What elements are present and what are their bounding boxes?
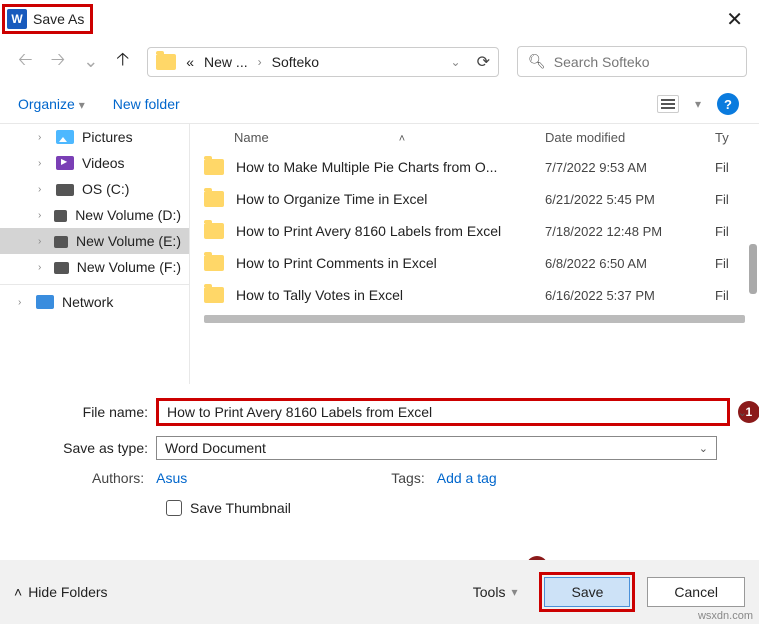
folder-icon <box>204 159 224 175</box>
table-row[interactable]: How to Make Multiple Pie Charts from O..… <box>190 151 759 183</box>
nav-row: 🡠 🡢 ⌄ 🡡 « New ... › Softeko ⌄ ⟳ 🔍︎ Searc… <box>0 38 759 85</box>
search-icon: 🔍︎ <box>528 53 546 70</box>
drive-icon <box>54 236 68 248</box>
sidebar-item-vol-e[interactable]: ›New Volume (E:) <box>0 228 189 254</box>
save-highlight: Save <box>539 572 635 612</box>
breadcrumb-prefix: « <box>186 54 194 70</box>
breadcrumb[interactable]: « New ... › Softeko ⌄ ⟳ <box>147 47 499 77</box>
folder-icon <box>204 255 224 271</box>
dialog-title: Save As <box>33 11 84 27</box>
videos-icon <box>56 156 74 170</box>
help-icon[interactable]: ? <box>717 93 739 115</box>
folder-icon <box>156 54 176 70</box>
view-options-button[interactable] <box>657 95 679 113</box>
filename-label: File name: <box>12 404 156 420</box>
tools-dropdown[interactable]: Tools ▾ <box>473 584 518 600</box>
toolbar: Organize ▾ New folder ▾ ? <box>0 85 759 124</box>
save-form: File name: How to Print Avery 8160 Label… <box>0 384 759 526</box>
folder-icon <box>204 191 224 207</box>
sidebar-item-os-c[interactable]: ›OS (C:) <box>0 176 189 202</box>
watermark: wsxdn.com <box>698 610 753 622</box>
savetype-select[interactable]: Word Document ⌄ <box>156 436 717 460</box>
authors-label: Authors: <box>92 470 144 486</box>
table-row[interactable]: How to Organize Time in Excel6/21/2022 5… <box>190 183 759 215</box>
back-icon[interactable]: 🡠 <box>18 47 33 77</box>
organize-button[interactable]: Organize ▾ <box>18 96 85 112</box>
file-list: Name˄ Date modified Ty How to Make Multi… <box>190 124 759 384</box>
tags-label: Tags: <box>391 470 424 486</box>
chevron-right-icon: › <box>258 55 262 69</box>
close-icon[interactable]: ✕ <box>718 5 751 34</box>
forward-icon[interactable]: 🡢 <box>51 47 66 77</box>
sidebar-item-vol-d[interactable]: ›New Volume (D:) <box>0 202 189 228</box>
vertical-scrollbar[interactable] <box>749 244 757 294</box>
save-button[interactable]: Save <box>544 577 630 607</box>
refresh-icon[interactable]: ⟳ <box>477 52 490 72</box>
save-thumbnail-checkbox[interactable] <box>166 500 182 516</box>
chevron-down-icon: ▾ <box>511 585 517 599</box>
pictures-icon <box>56 130 74 144</box>
table-row[interactable]: How to Print Comments in Excel6/8/2022 6… <box>190 247 759 279</box>
cancel-button[interactable]: Cancel <box>647 577 745 607</box>
breadcrumb-part2[interactable]: Softeko <box>272 54 319 70</box>
hide-folders-button[interactable]: ˄ Hide Folders <box>14 584 108 600</box>
search-placeholder: Search Softeko <box>554 54 650 70</box>
chevron-down-icon: ⌄ <box>699 442 708 455</box>
title-highlight: W Save As <box>2 4 93 34</box>
table-row[interactable]: How to Tally Votes in Excel6/16/2022 5:3… <box>190 279 759 311</box>
col-date[interactable]: Date modified <box>545 130 715 145</box>
network-icon <box>36 295 54 309</box>
view-chevron-icon[interactable]: ▾ <box>695 97 701 111</box>
sidebar-item-network[interactable]: ›Network <box>0 289 189 315</box>
savetype-label: Save as type: <box>12 440 156 456</box>
tags-value[interactable]: Add a tag <box>437 470 497 486</box>
drive-icon <box>54 262 69 274</box>
title-bar: W Save As ✕ <box>0 0 759 38</box>
drive-icon <box>54 210 68 222</box>
col-type[interactable]: Ty <box>715 130 745 145</box>
authors-value[interactable]: Asus <box>156 470 187 486</box>
col-name[interactable]: Name˄ <box>204 130 545 145</box>
table-row[interactable]: How to Print Avery 8160 Labels from Exce… <box>190 215 759 247</box>
folder-icon <box>204 223 224 239</box>
chevron-up-icon: ˄ <box>14 584 22 600</box>
recent-chevron-icon[interactable]: ⌄ <box>83 51 98 72</box>
word-app-icon: W <box>7 9 27 29</box>
sidebar: ›Pictures ›Videos ›OS (C:) ›New Volume (… <box>0 124 190 384</box>
drive-icon <box>56 184 74 196</box>
sidebar-item-videos[interactable]: ›Videos <box>0 150 189 176</box>
main-area: ›Pictures ›Videos ›OS (C:) ›New Volume (… <box>0 124 759 384</box>
new-folder-button[interactable]: New folder <box>113 96 180 112</box>
save-thumbnail-label[interactable]: Save Thumbnail <box>190 500 291 516</box>
breadcrumb-part1[interactable]: New ... <box>204 54 248 70</box>
footer: ˄ Hide Folders Tools ▾ Save Cancel <box>0 560 759 624</box>
folder-icon <box>204 287 224 303</box>
sort-asc-icon: ˄ <box>399 133 405 145</box>
search-input[interactable]: 🔍︎ Search Softeko <box>517 46 747 77</box>
chevron-down-icon[interactable]: ⌄ <box>451 55 461 69</box>
horizontal-scrollbar[interactable] <box>204 315 745 323</box>
up-icon[interactable]: 🡡 <box>116 47 129 77</box>
sidebar-item-pictures[interactable]: ›Pictures <box>0 124 189 150</box>
sidebar-item-vol-f[interactable]: ›New Volume (F:) <box>0 254 189 280</box>
column-headers: Name˄ Date modified Ty <box>190 124 759 151</box>
chevron-down-icon[interactable]: ⌄ <box>738 406 747 419</box>
